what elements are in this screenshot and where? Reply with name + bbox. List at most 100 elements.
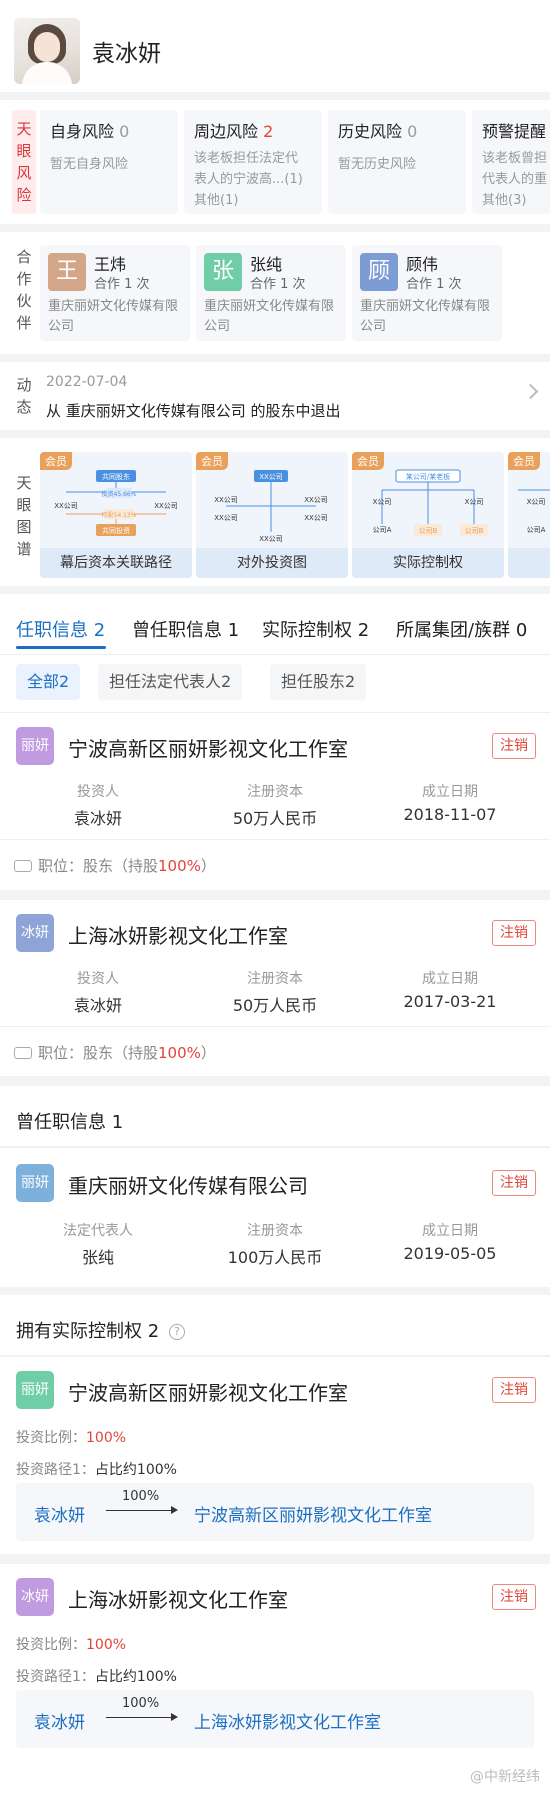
partner-avatar: 张 (204, 253, 242, 291)
founding-date: 2019-05-05 (403, 1244, 497, 1263)
company-name[interactable]: 宁波高新区丽妍影视文化工作室 (68, 733, 348, 762)
chip-shareholder[interactable]: 担任股东2 (270, 664, 367, 700)
partner-card[interactable]: 顾 顾伟 合作 1 次 重庆丽妍文化传媒有限公司 (352, 245, 502, 341)
control-card[interactable]: 冰妍 上海冰妍影视文化工作室 注销 投资比例：100% 投资路径1：占比约100… (0, 1564, 550, 1794)
partner-avatar: 王 (48, 253, 86, 291)
arrow-right-icon (106, 1713, 178, 1721)
risk-card-history[interactable]: 历史风险 0 暂无历史风险 (328, 110, 466, 214)
svg-text:XX公司: XX公司 (214, 514, 238, 522)
risk-count: 2 (263, 122, 274, 141)
risk-desc: 暂无自身风险 (50, 157, 129, 172)
tab-actual-control[interactable]: 实际控制权 2 (262, 616, 369, 642)
chevron-right-icon[interactable] (522, 383, 539, 400)
path-pct: 100% (122, 1696, 160, 1711)
partner-count: 合作 1 次 (406, 277, 462, 292)
tab-former-positions[interactable]: 曾任职信息 1 (132, 616, 239, 642)
legal-rep-link[interactable]: 张纯 (23, 1244, 173, 1268)
link-icon (14, 1047, 32, 1059)
active-tab-indicator (16, 646, 106, 649)
col-header: 注册资本 (247, 784, 303, 800)
path-to[interactable]: 宁波高新区丽妍影视文化工作室 (194, 1501, 432, 1526)
graph-caption (508, 548, 550, 578)
graph-card-actual-control[interactable]: 某公司/某老板 X公司 X公司 公司A 公司B 公司B 会员 实际控制权 (352, 452, 504, 578)
tab-current-positions[interactable]: 任职信息 2 (16, 616, 105, 642)
company-name[interactable]: 上海冰妍影视文化工作室 (68, 920, 288, 949)
control-header: 拥有实际控制权 2 ? (0, 1295, 550, 1355)
partner-card[interactable]: 张 张纯 合作 1 次 重庆丽妍文化传媒有限公司 (196, 245, 346, 341)
col-header: 成立日期 (422, 1223, 478, 1239)
company-card[interactable]: 丽妍 重庆丽妍文化传媒有限公司 注销 法定代表人 张纯 注册资本 100万人民币… (0, 1147, 550, 1287)
chip-all[interactable]: 全部2 (16, 664, 81, 700)
company-name[interactable]: 重庆丽妍文化传媒有限公司 (68, 1170, 308, 1199)
svg-text:X公司: X公司 (527, 498, 546, 506)
person-name: 袁冰妍 (92, 41, 161, 67)
partner-name: 顾伟 (406, 255, 439, 274)
risk-title: 周边风险 (194, 122, 259, 141)
path-diagram: 袁冰妍 100% 宁波高新区丽妍影视文化工作室 (16, 1483, 534, 1541)
partner-company: 重庆丽妍文化传媒有限公司 (48, 299, 179, 334)
avatar[interactable] (14, 18, 80, 84)
svg-text:某公司/某老板: 某公司/某老板 (406, 472, 450, 481)
svg-text:投资45.66%: 投资45.66% (102, 490, 137, 498)
partial-thumbnail: X公司 公司A (518, 489, 550, 534)
link-icon (14, 860, 32, 872)
chip-legal-rep[interactable]: 担任法定代表人2 (98, 664, 243, 700)
risk-title: 历史风险 (338, 122, 403, 141)
dynamic-section[interactable]: 动态 2022-07-04 从 重庆丽妍文化传媒有限公司 的股东中退出 (0, 362, 550, 430)
partner-avatar: 顾 (360, 253, 398, 291)
member-badge: 会员 (508, 452, 540, 470)
investment-path: 投资路径1：占比约100% (16, 1462, 177, 1478)
member-badge: 会员 (196, 452, 228, 470)
risk-card-self[interactable]: 自身风险 0 暂无自身风险 (40, 110, 178, 214)
section-title: 曾任职信息 1 (16, 1112, 124, 1133)
partner-company: 重庆丽妍文化传媒有限公司 (204, 299, 335, 334)
path-to[interactable]: 上海冰妍影视文化工作室 (194, 1708, 381, 1733)
svg-text:公司A: 公司A (527, 526, 546, 534)
graph-card-outbound-investment[interactable]: XX公司 XX公司 XX公司 XX公司 XX公司 XX公司 会员 对外投资图 (196, 452, 348, 578)
graph-card-partial[interactable]: X公司 公司A 会员 (508, 452, 550, 578)
risk-title: 预警提醒 (482, 122, 547, 141)
graph-caption: 幕后资本关联路径 (40, 548, 192, 578)
risk-card-surrounding[interactable]: 周边风险 2 该老板担任法定代 表人的宁波高...(1) 其他(1) (184, 110, 322, 214)
investment-ratio: 投资比例：100% (16, 1430, 127, 1446)
status-badge: 注销 (492, 733, 536, 759)
path-from[interactable]: 袁冰妍 (34, 1501, 85, 1526)
svg-text:X公司: X公司 (465, 498, 484, 506)
company-card[interactable]: 丽妍 宁波高新区丽妍影视文化工作室 注销 投资人 袁冰妍 注册资本 50万人民币… (0, 712, 550, 890)
partner-count: 合作 1 次 (250, 277, 306, 292)
investor-link[interactable]: 袁冰妍 (23, 992, 173, 1016)
risk-desc: 该老板曾担 代表人的重 其他(3) (482, 151, 548, 208)
position-info: 职位：股东（持股100%） (14, 855, 216, 876)
control-card[interactable]: 丽妍 宁波高新区丽妍影视文化工作室 注销 投资比例：100% 投资路径1：占比约… (0, 1356, 550, 1554)
section-title: 拥有实际控制权 2 ? (16, 1317, 185, 1343)
risk-desc: 该老板担任法定代 表人的宁波高...(1) 其他(1) (194, 151, 303, 208)
svg-text:共同股东: 共同股东 (102, 472, 130, 481)
investment-path: 投资路径1：占比约100% (16, 1669, 177, 1685)
company-name[interactable]: 上海冰妍影视文化工作室 (68, 1584, 288, 1613)
col-header: 注册资本 (247, 971, 303, 987)
col-header: 成立日期 (422, 784, 478, 800)
graph-caption: 对外投资图 (196, 548, 348, 578)
member-badge: 会员 (40, 452, 72, 470)
svg-text:XX公司: XX公司 (154, 502, 178, 510)
svg-text:共同投资: 共同投资 (102, 526, 130, 535)
registered-capital: 100万人民币 (227, 1248, 323, 1267)
company-name[interactable]: 宁波高新区丽妍影视文化工作室 (68, 1377, 348, 1406)
company-card[interactable]: 冰妍 上海冰妍影视文化工作室 注销 投资人 袁冰妍 注册资本 50万人民币 成立… (0, 900, 550, 1076)
status-badge: 注销 (492, 920, 536, 946)
help-icon[interactable]: ? (168, 1324, 185, 1340)
svg-text:持股54.13%: 持股54.13% (102, 511, 137, 519)
path-from[interactable]: 袁冰妍 (34, 1708, 85, 1733)
investor-link[interactable]: 袁冰妍 (23, 805, 173, 829)
partner-card[interactable]: 王 王炜 合作 1 次 重庆丽妍文化传媒有限公司 (40, 245, 190, 341)
tab-group[interactable]: 所属集团/族群 0 (396, 616, 527, 642)
company-logo: 冰妍 (16, 914, 54, 952)
partners-label: 合作伙伴 (16, 248, 32, 332)
graph-card-capital-path[interactable]: 共同股东 投资45.66% XX公司 XX公司 持股54.13% 共同投资 会员… (40, 452, 192, 578)
company-logo: 丽妍 (16, 727, 54, 765)
investment-thumbnail: XX公司 XX公司 XX公司 XX公司 XX公司 XX公司 (214, 470, 328, 543)
svg-text:XX公司: XX公司 (54, 502, 78, 510)
investment-ratio: 投资比例：100% (16, 1637, 127, 1653)
arrow-right-icon (106, 1506, 178, 1514)
risk-card-warning[interactable]: 预警提醒 该老板曾担 代表人的重 其他(3) (472, 110, 550, 214)
